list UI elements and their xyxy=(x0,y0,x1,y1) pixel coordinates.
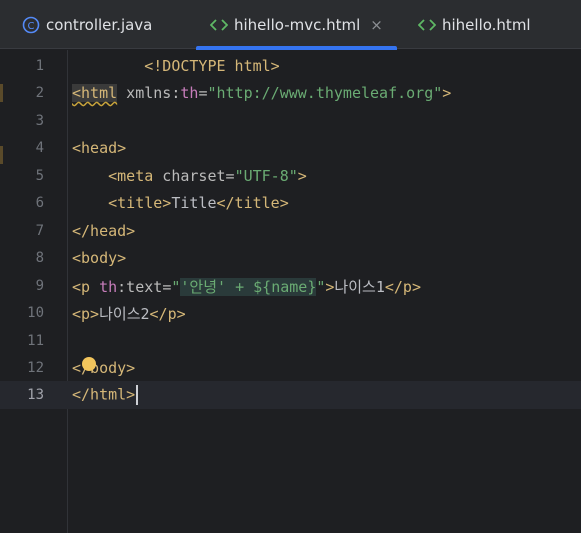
line-number: 7 xyxy=(35,223,44,239)
p-open-tag: <p xyxy=(72,277,91,296)
code-line[interactable]: 4 <head> xyxy=(0,134,581,162)
code-line[interactable]: 3 xyxy=(0,107,581,135)
html-file-icon xyxy=(418,18,436,32)
attribute-value: "http://www.thymeleaf.org" xyxy=(207,84,443,102)
close-icon[interactable]: × xyxy=(370,16,383,34)
code-line[interactable]: 9 <p th:text="'안녕' + ${name}">나이스1</p> xyxy=(0,272,581,300)
line-number: 12 xyxy=(27,360,44,376)
meta-tag: <meta xyxy=(108,167,154,185)
lightbulb-icon[interactable] xyxy=(82,357,96,371)
tag-close: > xyxy=(442,84,452,102)
tag-close: > xyxy=(297,167,307,185)
line-number: 10 xyxy=(27,305,44,321)
p-open-tag: <p> xyxy=(72,304,100,323)
svg-text:C: C xyxy=(28,21,35,32)
line-number: 13 xyxy=(27,387,44,403)
attribute-name: :text xyxy=(117,277,163,296)
p-text: 나이스2 xyxy=(99,304,150,323)
equals: = xyxy=(162,277,172,296)
namespace-prefix: th xyxy=(180,84,199,102)
line-number: 1 xyxy=(35,58,44,74)
line-number: 5 xyxy=(35,168,44,184)
tab-hihello-html[interactable]: hihello.html xyxy=(418,0,531,49)
line-number: 11 xyxy=(27,333,44,349)
text-caret xyxy=(136,385,139,405)
code-line[interactable]: 5 <meta charset="UTF-8"> xyxy=(0,162,581,190)
html-file-icon xyxy=(210,18,228,32)
attribute-name: xmlns xyxy=(117,84,172,102)
code-line[interactable]: 2 <html xmlns:th="http://www.thymeleaf.o… xyxy=(0,79,581,107)
code-line[interactable]: 1 <!DOCTYPE html> xyxy=(0,52,581,80)
body-open-tag: <body> xyxy=(72,249,127,267)
line-number: 6 xyxy=(35,195,44,211)
java-class-icon: C xyxy=(22,16,40,34)
namespace-prefix: th xyxy=(99,277,118,296)
p-text: 나이스1 xyxy=(334,277,385,296)
line-number: 9 xyxy=(35,278,44,294)
code-line[interactable]: 10 <p>나이스2</p> xyxy=(0,299,581,327)
code-editor[interactable]: 1 <!DOCTYPE html> 2 <html xmlns:th="http… xyxy=(0,50,581,533)
equals: = xyxy=(225,167,235,185)
title-text: Title xyxy=(171,194,217,212)
line-number: 8 xyxy=(35,250,44,266)
line-number: 4 xyxy=(35,140,44,156)
p-close-tag: </p> xyxy=(149,304,186,323)
line-number: 2 xyxy=(35,85,44,101)
title-close-tag: </title> xyxy=(216,194,289,212)
code-line[interactable]: 11 xyxy=(0,327,581,355)
thymeleaf-expression: '안녕' + ${name} xyxy=(180,277,317,296)
p-close-tag: </p> xyxy=(384,277,421,296)
tab-label: controller.java xyxy=(46,15,153,34)
code-line[interactable]: 7 </head> xyxy=(0,217,581,245)
line-number: 3 xyxy=(35,113,44,129)
attribute-value: "UTF-8" xyxy=(234,167,298,185)
html-close-tag: </html> xyxy=(72,385,136,404)
doctype: <!DOCTYPE html> xyxy=(144,57,280,75)
code-line-current[interactable]: 13 </html> xyxy=(0,381,581,409)
title-open-tag: <title> xyxy=(108,194,172,212)
code-line[interactable]: 12 </body> xyxy=(0,354,581,382)
head-open-tag: <head> xyxy=(72,139,127,157)
attribute-name: charset xyxy=(153,167,226,185)
code-line[interactable]: 8 <body> xyxy=(0,244,581,272)
code-area[interactable]: 1 <!DOCTYPE html> 2 <html xmlns:th="http… xyxy=(0,50,581,533)
head-close-tag: </head> xyxy=(72,222,136,240)
html-open-tag: <html xyxy=(72,84,118,102)
code-line[interactable]: 6 <title>Title</title> xyxy=(0,189,581,217)
tab-label: hihello.html xyxy=(442,15,531,34)
tab-label: hihello-mvc.html xyxy=(234,15,361,34)
